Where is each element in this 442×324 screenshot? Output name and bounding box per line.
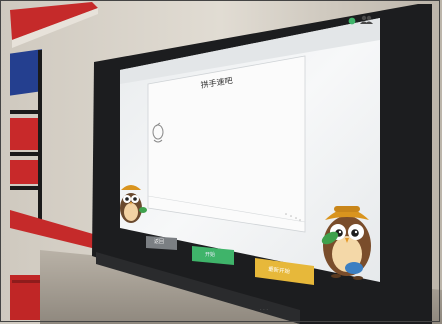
photo-scene: · · · 拼手速吧 返回 开始 重新开始 (0, 0, 442, 324)
start-button-label: 开始 (205, 252, 216, 258)
green-dot-icon (348, 17, 356, 25)
brand-mark: · · · (260, 307, 268, 313)
scene-svg: · · · (0, 0, 442, 324)
back-button-label: 返回 (154, 239, 165, 245)
